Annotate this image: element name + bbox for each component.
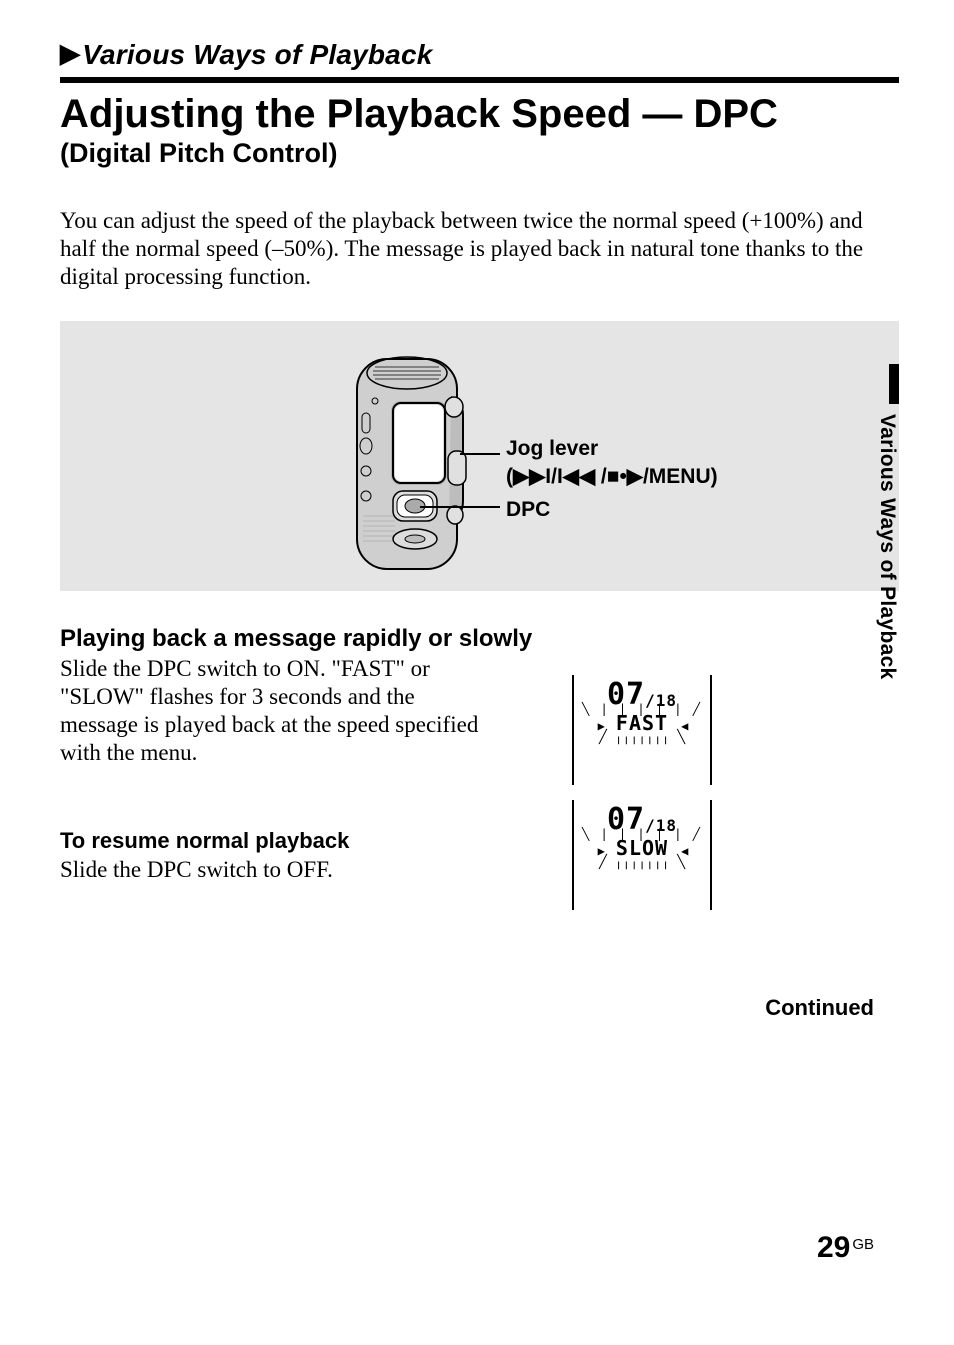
callout-labels: Jog lever (▶▶I/I◀◀ /■•▶/MENU) DPC bbox=[506, 435, 718, 523]
continued-label: Continued bbox=[765, 995, 874, 1021]
callout-jog-symbols: (▶▶I/I◀◀ /■•▶/MENU) bbox=[506, 463, 718, 490]
leader-line bbox=[420, 506, 500, 508]
side-tab: Various Ways of Playback bbox=[859, 364, 899, 680]
side-tab-marker bbox=[889, 364, 899, 404]
kicker-text: Various Ways of Playback bbox=[82, 39, 432, 70]
intro-paragraph: You can adjust the speed of the playback… bbox=[60, 207, 899, 291]
callout-dpc: DPC bbox=[506, 496, 718, 523]
kicker-arrow-icon: ▶ bbox=[60, 38, 80, 69]
section-body-resume: Slide the DPC switch to OFF. bbox=[60, 856, 490, 884]
device-illustration: Jog lever (▶▶I/I◀◀ /■•▶/MENU) DPC bbox=[60, 321, 899, 591]
page-subtitle: (Digital Pitch Control) bbox=[60, 138, 899, 169]
lcd-display-slow: 07/18 ╲ | | | | | ╱ ▶ SLOW ◀ ╱ ╷╷╷╷╷╷╷ ╲ bbox=[572, 800, 712, 910]
lcd-display-fast: 07/18 ╲ | | | | | ╱ ▶ FAST ◀ ╱ ╷╷╷╷╷╷╷ ╲ bbox=[572, 675, 712, 785]
page-number: 29GB bbox=[817, 1231, 874, 1265]
divider-thick bbox=[60, 77, 899, 83]
page-number-suffix: GB bbox=[852, 1236, 874, 1253]
page-number-value: 29 bbox=[817, 1231, 850, 1264]
page-title: Adjusting the Playback Speed — DPC bbox=[60, 93, 899, 136]
section-heading-fast-slow: Playing back a message rapidly or slowly bbox=[60, 625, 899, 653]
section-body-fast-slow: Slide the DPC switch to ON. "FAST" or "S… bbox=[60, 655, 490, 767]
callout-jog-lever: Jog lever bbox=[506, 435, 718, 462]
side-tab-label: Various Ways of Playback bbox=[875, 414, 899, 680]
leader-line bbox=[460, 453, 500, 455]
section-kicker: ▶Various Ways of Playback bbox=[60, 38, 899, 75]
section-heading-resume: To resume normal playback bbox=[60, 828, 899, 854]
recorder-device-icon bbox=[335, 341, 485, 581]
